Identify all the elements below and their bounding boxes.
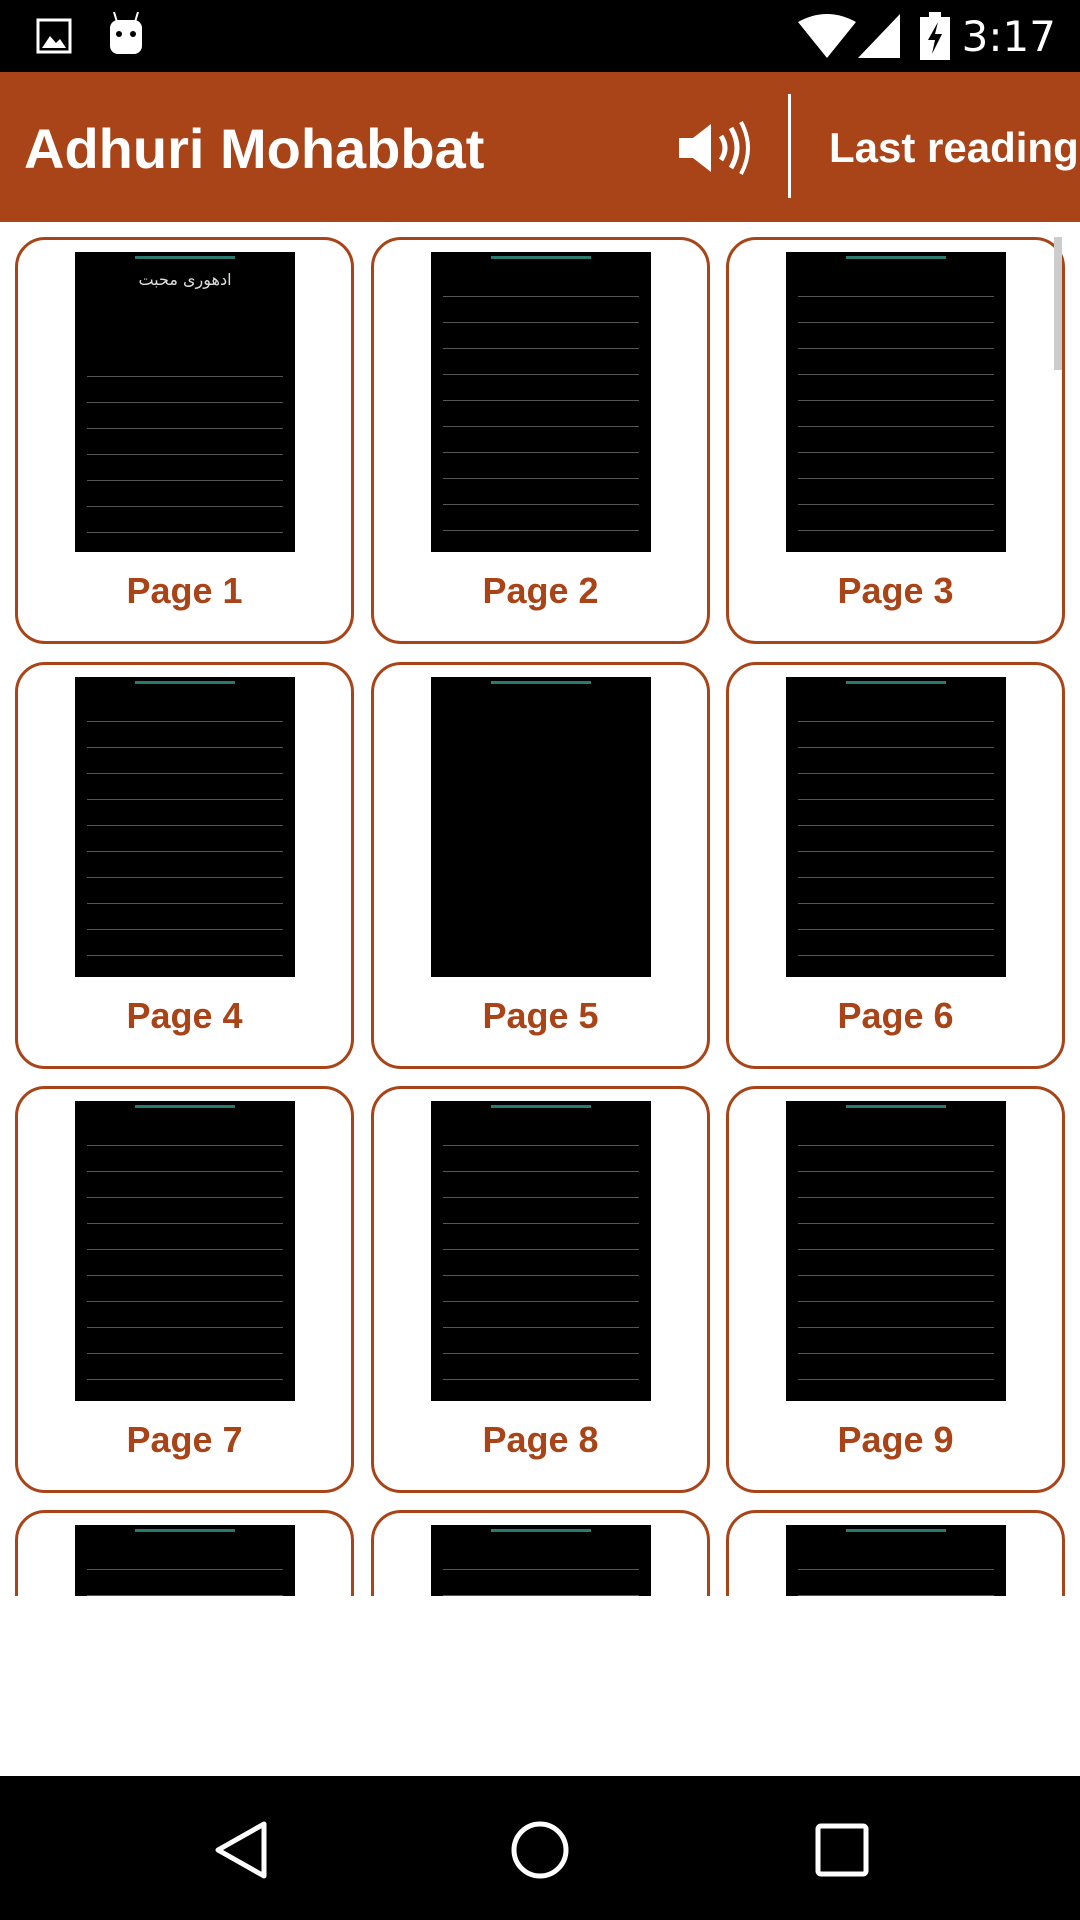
page-label: Page 5: [482, 995, 599, 1036]
page-thumbnail: [75, 1525, 295, 1596]
thumbnail-title: ادھوری محبت: [138, 270, 232, 289]
page-thumbnail: [786, 252, 1006, 552]
page-card[interactable]: Page 7: [15, 1086, 354, 1493]
thumbnail-text: [87, 362, 283, 542]
toolbar-divider: [788, 94, 791, 198]
app-title: Adhuri Mohabbat: [24, 117, 485, 180]
thumbnail-header: [846, 1529, 946, 1532]
thumbnail-text: [87, 707, 283, 967]
page-card[interactable]: Page 9: [726, 1086, 1065, 1493]
thumbnail-header: [846, 681, 946, 684]
page-grid[interactable]: Page 9 Page 8 Page 7 Page 6 Page 5 Page 4 Page…: [0, 222, 1080, 1596]
clock: 3:17: [961, 12, 1056, 61]
thumbnail-text: [798, 1555, 994, 1596]
thumbnail-text: [798, 282, 994, 542]
back-icon[interactable]: [212, 1820, 272, 1880]
last-reading-button[interactable]: Last reading: [829, 124, 1079, 172]
page-card[interactable]: Page 4: [15, 662, 354, 1069]
signal-icon: [858, 14, 900, 58]
thumbnail-header: [491, 1529, 591, 1532]
page-card[interactable]: [371, 1510, 710, 1596]
thumbnail-text: [87, 1555, 283, 1596]
status-bar: 3:17: [0, 0, 1080, 72]
thumbnail-text: [798, 1131, 994, 1391]
page-label: Page 8: [482, 1419, 599, 1460]
page-label: Page 4: [126, 995, 243, 1036]
android-icon: [110, 12, 142, 54]
thumbnail-header: [846, 1105, 946, 1108]
image-icon: [36, 18, 72, 54]
page-thumbnail: [431, 677, 651, 977]
thumbnail-text: [443, 707, 639, 717]
home-icon[interactable]: [510, 1820, 570, 1880]
thumbnail-text: [443, 1131, 639, 1391]
thumbnail-header: [846, 256, 946, 259]
page-thumbnail: [75, 1101, 295, 1401]
page-label: Page 6: [837, 995, 954, 1036]
thumbnail-header: [135, 256, 235, 259]
thumbnail-text: [443, 282, 639, 542]
page-card[interactable]: Page 2: [371, 237, 710, 644]
scrollbar[interactable]: [1054, 237, 1062, 370]
page-label: Page 1: [126, 570, 243, 611]
recents-icon[interactable]: [814, 1822, 870, 1878]
wifi-icon: [798, 14, 856, 58]
page-thumbnail: [786, 1101, 1006, 1401]
page-thumbnail: [75, 677, 295, 977]
thumbnail-text: [443, 1555, 639, 1596]
thumbnail-text: [87, 1131, 283, 1391]
thumbnail-header: [491, 1105, 591, 1108]
page-thumbnail: [431, 1525, 651, 1596]
page-card[interactable]: ادھوری محبت Page 1: [15, 237, 354, 644]
thumbnail-header: [491, 681, 591, 684]
page-label: Page 3: [837, 570, 954, 611]
thumbnail-text: [798, 707, 994, 967]
page-thumbnail: [431, 252, 651, 552]
speaker-icon[interactable]: [675, 120, 755, 176]
page-card[interactable]: Page 3: [726, 237, 1065, 644]
toolbar: Adhuri Mohabbat Last reading: [0, 72, 1080, 222]
page-thumbnail: ادھوری محبت: [75, 252, 295, 552]
page-card[interactable]: Page 6: [726, 662, 1065, 1069]
thumbnail-header: [135, 1529, 235, 1532]
page-card[interactable]: [726, 1510, 1065, 1596]
thumbnail-header: [135, 1105, 235, 1108]
page-thumbnail: [786, 677, 1006, 977]
page-card[interactable]: Page 5: [371, 662, 710, 1069]
page-thumbnail: [786, 1525, 1006, 1596]
page-label: Page 7: [126, 1419, 243, 1460]
thumbnail-header: [491, 256, 591, 259]
battery-charging-icon: [920, 12, 950, 60]
thumbnail-header: [135, 681, 235, 684]
page-card[interactable]: [15, 1510, 354, 1596]
page-label: Page 9: [837, 1419, 954, 1460]
page-card[interactable]: Page 8: [371, 1086, 710, 1493]
page-thumbnail: [431, 1101, 651, 1401]
page-label: Page 2: [482, 570, 599, 611]
